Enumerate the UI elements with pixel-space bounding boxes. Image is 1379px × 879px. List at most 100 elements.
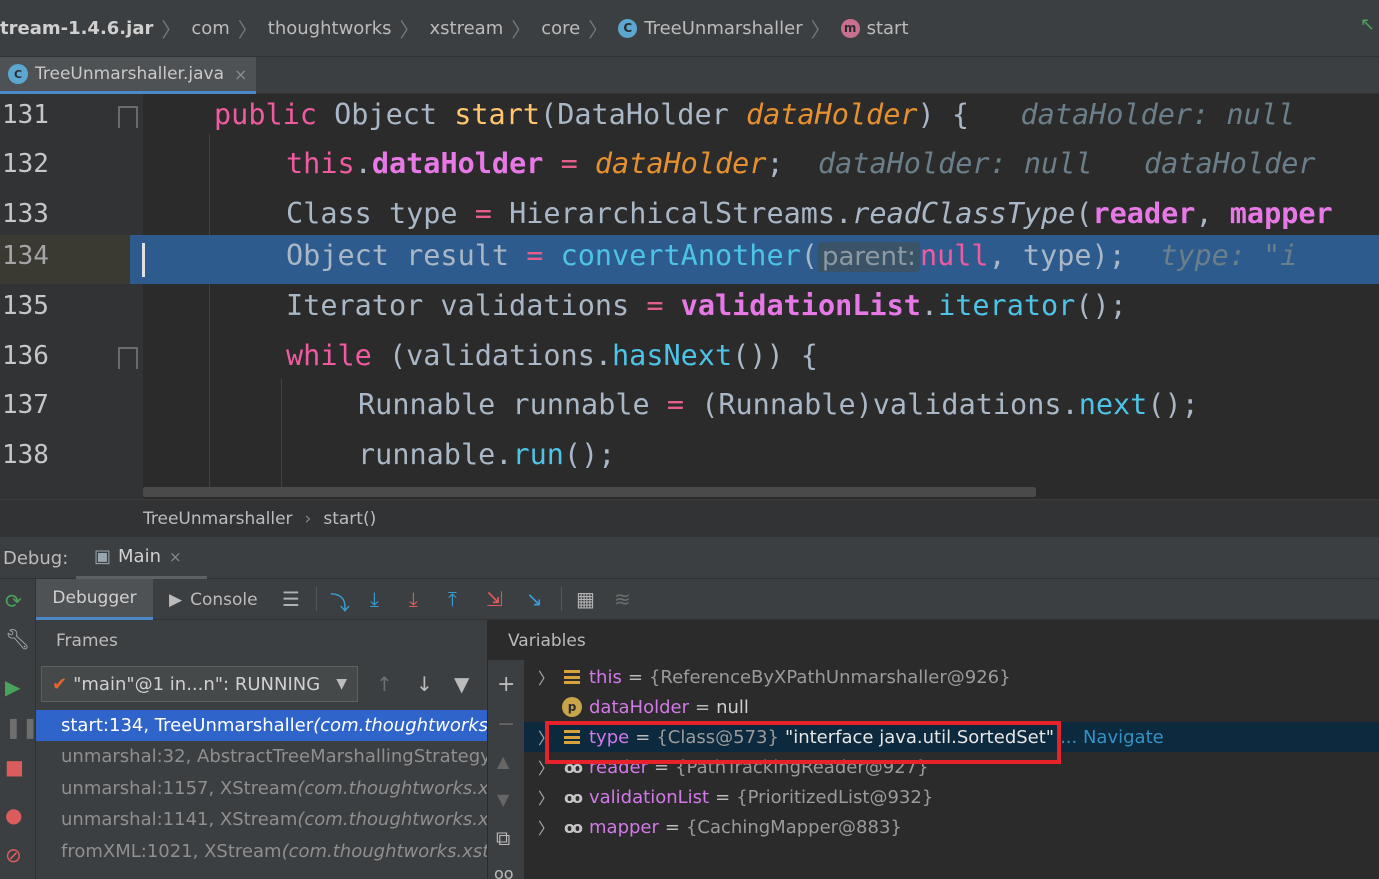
crumb-thoughtworks[interactable]: thoughtworks — [268, 18, 392, 39]
breadcrumb-class[interactable]: TreeUnmarshaller — [143, 509, 293, 529]
frames-title: Frames — [56, 631, 118, 651]
close-icon[interactable]: × — [169, 548, 182, 566]
navigation-bar: tream-1.4.6.jar 〉 com 〉 thoughtworks 〉 x… — [0, 0, 1379, 57]
code-line-138[interactable]: 138 runnable.run(); — [0, 434, 1379, 483]
move-up-icon[interactable]: ▲ — [497, 752, 509, 771]
toolbar-separator — [561, 587, 562, 611]
thread-selector[interactable]: ✔ "main"@1 in...n": RUNNING ▼ — [41, 666, 358, 702]
run-arrow-icon[interactable]: ↖ — [1360, 14, 1375, 35]
wrench-icon[interactable]: 🔧︎ — [5, 627, 30, 651]
field-icon — [560, 670, 584, 684]
filter-icon[interactable]: ▼ — [454, 672, 469, 696]
code-text: Object result = convertAnother(parent: nu… — [286, 239, 1298, 272]
trace-icon[interactable]: ≋ — [614, 587, 631, 611]
chevron-right-icon[interactable]: 〉 — [538, 785, 560, 809]
menu-icon[interactable]: ☰ — [282, 587, 300, 611]
method-icon: m — [840, 18, 860, 38]
navigate-link[interactable]: ... Navigate — [1060, 727, 1164, 748]
crumb-class[interactable]: C TreeUnmarshaller — [618, 18, 803, 39]
variable-equals: = — [695, 696, 711, 718]
step-over-icon[interactable]: ⤓ — [370, 587, 379, 611]
variable-value: null — [716, 696, 749, 718]
annotation-highlight-box — [545, 721, 1061, 764]
move-down-icon[interactable]: ▼ — [497, 790, 509, 809]
step-into-icon[interactable]: ⤓ — [409, 587, 418, 611]
console-label: Console — [190, 590, 258, 610]
pause-icon[interactable]: ❚❚ — [5, 715, 39, 739]
add-watch-icon[interactable]: + — [497, 672, 515, 697]
code-line-132[interactable]: 132 this.dataHolder = dataHolder; dataHo… — [0, 143, 1379, 192]
arrow-down-icon[interactable]: ↓ — [416, 672, 433, 696]
step-out-icon[interactable]: ⤒ — [448, 587, 457, 611]
frame-method: fromXML:1021, XStream — [61, 841, 282, 862]
tab-treeunmarshaller-java[interactable]: C TreeUnmarshaller.java × — [0, 57, 256, 94]
toolbar-separator — [316, 587, 317, 611]
code-line-137[interactable]: 137 Runnable runnable = (Runnable)valida… — [0, 384, 1379, 433]
fold-icon[interactable] — [118, 347, 138, 369]
variable-row-dataholder[interactable]: p dataHolder = null — [524, 692, 1379, 722]
code-line-135[interactable]: 135 Iterator validations = validationLis… — [0, 285, 1379, 334]
line-number: 132 — [2, 149, 49, 179]
run-to-cursor-icon[interactable]: ↘ — [526, 587, 543, 611]
code-editor[interactable]: 131 public Object start(DataHolder dataH… — [0, 94, 1379, 499]
view-breakpoints-icon[interactable]: ● — [5, 803, 22, 827]
frame-row[interactable]: fromXML:1021, XStream (com.thoughtworks.… — [36, 836, 487, 867]
line-number: 136 — [2, 341, 49, 371]
crumb-xstream[interactable]: xstream — [430, 18, 504, 39]
evaluate-expression-icon[interactable]: ▦ — [576, 587, 595, 611]
frame-method: start:134, TreeUnmarshaller — [61, 715, 314, 736]
resume-icon[interactable]: ▶ — [5, 675, 20, 699]
remove-watch-icon[interactable]: − — [497, 712, 515, 737]
close-icon[interactable]: × — [234, 65, 247, 84]
fold-icon[interactable] — [118, 106, 138, 128]
debug-tab-label: Main — [118, 546, 161, 567]
text-caret — [142, 243, 145, 277]
inline-debug-hint: type: "i — [1160, 239, 1298, 272]
arrow-up-icon[interactable]: ↑ — [376, 672, 393, 696]
debug-session-tab-main[interactable]: ▣ Main × — [76, 537, 207, 579]
crumb-core[interactable]: core — [541, 18, 580, 39]
class-icon: C — [618, 18, 638, 38]
breadcrumb-method[interactable]: start() — [323, 509, 376, 529]
crumb-com[interactable]: com — [191, 18, 229, 39]
check-icon: ✔ — [52, 673, 68, 695]
tab-debugger[interactable]: Debugger — [36, 579, 153, 620]
crumb-method[interactable]: m start — [840, 18, 909, 39]
variable-row-this[interactable]: 〉 this = {ReferenceByXPathUnmarshaller@926… — [524, 662, 1379, 692]
breadcrumb-separator: › — [304, 508, 312, 529]
frame-method: unmarshal:1157, XStream — [61, 778, 298, 799]
code-line-131[interactable]: 131 public Object start(DataHolder dataH… — [0, 94, 1379, 143]
show-execution-point-icon[interactable]: ⤵ — [330, 587, 350, 616]
java-class-icon: C — [8, 64, 28, 84]
variable-value: {PrioritizedList@932} — [736, 786, 934, 808]
variable-equals: = — [715, 786, 731, 808]
code-line-136[interactable]: 136 while (validations.hasNext()) { — [0, 335, 1379, 384]
horizontal-scrollbar[interactable] — [143, 487, 1036, 497]
variable-row-mapper[interactable]: 〉 oo mapper = {CachingMapper@883} — [524, 812, 1379, 842]
frame-row[interactable]: unmarshal:32, AbstractTreeMarshallingStr… — [36, 741, 487, 772]
copy-icon[interactable]: ⧉ — [496, 826, 510, 850]
rerun-icon[interactable]: ⟳ — [5, 589, 22, 613]
variables-side-toolbar: + − ▲ ▼ ⧉ oo — [488, 660, 524, 879]
code-text: this.dataHolder = dataHolder; dataHolder… — [286, 147, 1316, 180]
line-number: 138 — [2, 440, 49, 470]
chevron-right-icon[interactable]: 〉 — [538, 815, 560, 839]
mute-breakpoints-icon[interactable]: ⊘ — [5, 843, 22, 867]
variables-title: Variables — [508, 631, 586, 651]
tab-console[interactable]: ▶ Console — [169, 590, 258, 610]
variable-row-validationlist[interactable]: 〉 oo validationList = {PrioritizedList@932… — [524, 782, 1379, 812]
code-line-134-current[interactable]: 134 Object result = convertAnother(paren… — [0, 235, 1379, 284]
console-icon: ▶ — [169, 590, 183, 610]
watch-icon: oo — [564, 817, 583, 837]
frame-row[interactable]: unmarshal:1141, XStream (com.thoughtwork… — [36, 804, 487, 835]
inline-debug-hint: dataHolder: null dataHolder — [817, 147, 1316, 180]
drop-frame-icon[interactable]: ⇲ — [486, 587, 503, 611]
frame-row[interactable]: start:134, TreeUnmarshaller (com.thought… — [36, 710, 487, 741]
crumb-jar[interactable]: tream-1.4.6.jar — [0, 18, 153, 39]
frame-row[interactable]: unmarshal:1157, XStream (com.thoughtwork… — [36, 773, 487, 804]
stop-icon[interactable]: ■ — [5, 755, 24, 779]
code-text: runnable.run(); — [358, 438, 616, 471]
chevron-right-icon[interactable]: 〉 — [538, 665, 560, 689]
watch-icon[interactable]: oo — [494, 864, 514, 879]
tab-label: TreeUnmarshaller.java — [35, 64, 225, 84]
